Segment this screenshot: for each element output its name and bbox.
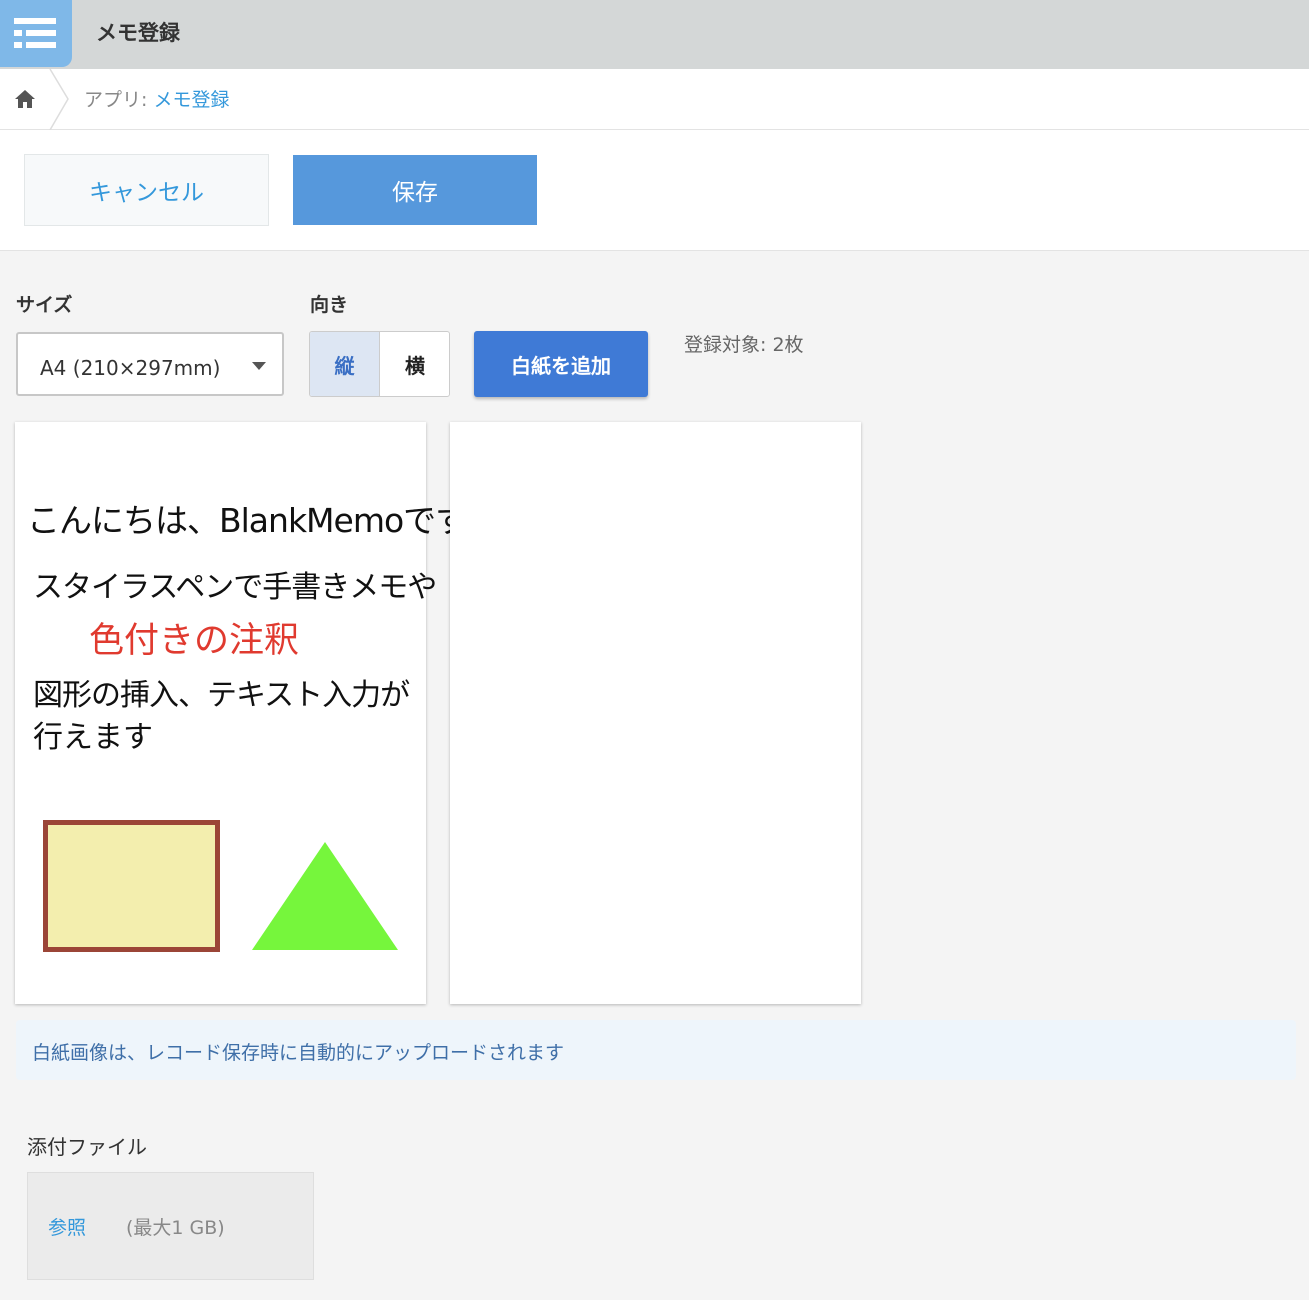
memo-sheet[interactable]: こんにちは、BlankMemoです スタイラスペンで手書きメモや 色付きの注釈 … — [15, 422, 468, 1004]
save-button[interactable]: 保存 — [293, 155, 537, 225]
memo-line: スタイラスペンで手書きメモや — [33, 570, 437, 605]
chevron-down-icon — [252, 362, 266, 370]
memo-triangle-shape — [252, 842, 398, 950]
size-select[interactable]: A4 (210×297mm) — [16, 332, 284, 396]
memo-line: 行えます — [33, 720, 153, 755]
orientation-toggle: 縦 横 — [309, 331, 450, 397]
memo-line: 図形の挿入、テキスト入力が — [33, 678, 410, 713]
target-count: 登録対象: 2枚 — [684, 334, 804, 356]
breadcrumb-separator — [49, 69, 69, 130]
memo-annotation: 色付きの注釈 — [89, 621, 300, 661]
size-select-value: A4 (210×297mm) — [40, 356, 221, 380]
attachment-size-limit: (最大1 GB) — [126, 1217, 225, 1239]
memo-rectangle-shape — [43, 820, 220, 952]
breadcrumb-trail: アプリ: メモ登録 — [84, 85, 229, 112]
attachment-dropzone: 参照 (最大1 GB) — [27, 1172, 314, 1280]
orientation-landscape-button[interactable]: 横 — [380, 332, 449, 396]
breadcrumb-app-link[interactable]: メモ登録 — [153, 89, 229, 111]
list-icon — [14, 18, 56, 48]
attachment-label: 添付ファイル — [27, 1135, 147, 1159]
orientation-portrait-button[interactable]: 縦 — [310, 332, 380, 396]
app-header: メモ登録 — [0, 0, 1309, 69]
size-label: サイズ — [16, 294, 73, 316]
blank-sheet[interactable] — [450, 422, 861, 1004]
home-icon[interactable] — [14, 88, 36, 110]
orientation-label: 向き — [310, 294, 349, 316]
app-list-icon[interactable] — [0, 0, 72, 67]
app-title: メモ登録 — [96, 21, 180, 45]
cancel-button[interactable]: キャンセル — [24, 154, 269, 226]
add-blank-button[interactable]: 白紙を追加 — [474, 331, 648, 397]
upload-notice-text: 白紙画像は、レコード保存時に自動的にアップロードされます — [32, 1042, 565, 1064]
memo-line: こんにちは、BlankMemoです — [27, 501, 468, 540]
upload-notice: 白紙画像は、レコード保存時に自動的にアップロードされます — [16, 1020, 1296, 1080]
browse-button[interactable]: 参照 — [48, 1213, 86, 1240]
breadcrumb-prefix: アプリ: — [84, 89, 154, 111]
